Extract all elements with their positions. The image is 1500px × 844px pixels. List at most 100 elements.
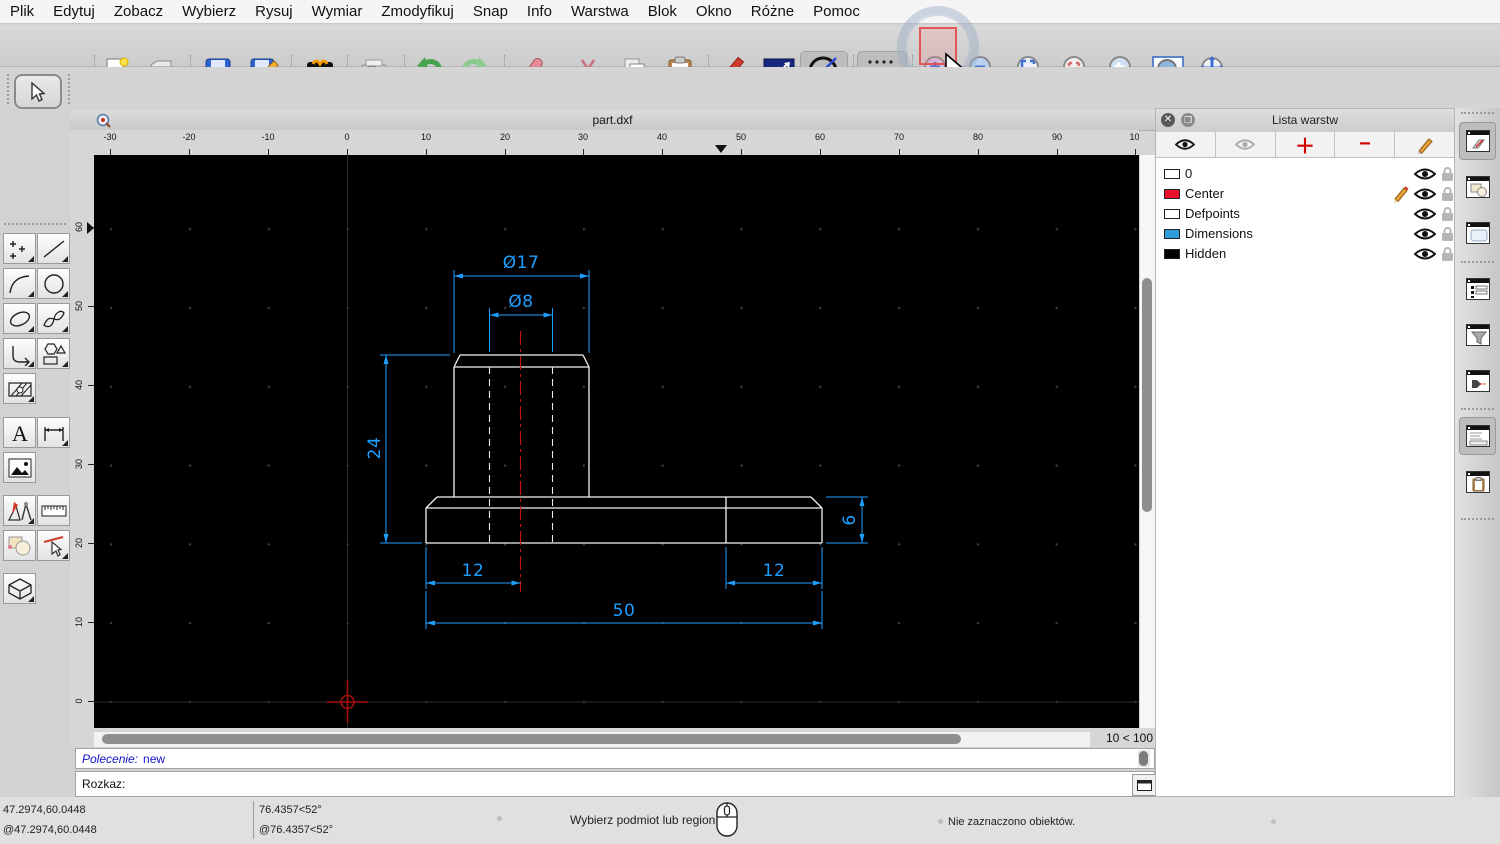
layer-name: 0 (1185, 166, 1192, 181)
command-history-scrollbar-thumb[interactable] (1139, 751, 1148, 766)
spline-tool-button[interactable] (37, 303, 70, 334)
dock-selection-filter-button[interactable] (1459, 316, 1496, 354)
vertical-scrollbar[interactable] (1139, 155, 1155, 728)
horizontal-scrollbar-thumb[interactable] (102, 734, 961, 744)
measure-tool-button[interactable] (37, 495, 70, 526)
order-tool-button[interactable] (3, 530, 36, 561)
dimension-tool-button[interactable] (37, 417, 70, 448)
line-draw-button[interactable] (37, 233, 70, 264)
layer-visible-icon[interactable] (1414, 207, 1436, 221)
layer-visible-icon[interactable] (1414, 167, 1436, 181)
menu-info[interactable]: Info (527, 3, 552, 20)
menu-bar: Plik Edytuj Zobacz Wybierz Rysuj Wymiar … (0, 0, 1500, 24)
menu-snap[interactable]: Snap (473, 3, 508, 20)
ruler-label: 10 (74, 617, 84, 627)
command-input[interactable] (129, 774, 1154, 794)
menu-rozne[interactable]: Różne (751, 3, 794, 20)
layer-row-hidden[interactable]: Hidden (1156, 244, 1454, 264)
delete-entity-button[interactable] (37, 530, 70, 561)
absolute-polar: 76.4357<52° (259, 804, 322, 816)
menu-rysuj[interactable]: Rysuj (255, 3, 293, 20)
layer-list-widget-icon (1466, 130, 1490, 152)
layer-lock-icon[interactable] (1441, 246, 1454, 262)
menu-zmodyfikuj[interactable]: Zmodyfikuj (381, 3, 454, 20)
lighting-widget-icon (1466, 370, 1490, 392)
show-all-layers-button[interactable] (1156, 132, 1216, 158)
circle-draw-button[interactable] (37, 268, 70, 299)
ruler-corner (70, 130, 94, 155)
dim-12-right-label: 12 (763, 561, 786, 581)
ruler-label: 60 (815, 132, 825, 142)
menu-edytuj[interactable]: Edytuj (53, 3, 95, 20)
dock-clipboard-button[interactable] (1459, 463, 1496, 501)
3d-box-tool-button[interactable] (3, 573, 36, 604)
relative-polar: @76.4357<52° (259, 824, 333, 836)
menu-warstwa[interactable]: Warstwa (571, 3, 629, 20)
modify-tools-button[interactable] (3, 495, 36, 526)
layer-visible-icon[interactable] (1414, 187, 1436, 201)
selection-pointer-button[interactable] (14, 74, 62, 109)
dock-separator (1461, 261, 1494, 263)
layer-color-swatch[interactable] (1164, 209, 1180, 219)
layer-color-swatch[interactable] (1164, 189, 1180, 199)
add-layer-button[interactable]: ＋ (1276, 132, 1336, 158)
shapes-tool-button[interactable] (37, 338, 70, 369)
ruler-label: 40 (657, 132, 667, 142)
layer-lock-icon[interactable] (1441, 206, 1454, 222)
filter-widget-icon (1466, 324, 1490, 346)
command-keyboard-button[interactable] (1132, 774, 1156, 796)
drawing-window-titlebar[interactable]: part.dxf (70, 110, 1155, 131)
layer-list-panel: ✕ ❐ Lista warstw ＋ − 0 Center Defpoints (1155, 108, 1455, 797)
dock-block-list-button[interactable] (1459, 168, 1496, 206)
layer-visible-icon[interactable] (1414, 227, 1436, 241)
command-prompt-label: Rozkaz: (82, 777, 125, 791)
drawing-canvas[interactable]: Ø17 Ø8 24 6 12 12 50 (94, 155, 1139, 728)
image-tool-button[interactable] (3, 452, 36, 483)
polyline-tool-button[interactable] (3, 338, 36, 369)
menu-wybierz[interactable]: Wybierz (182, 3, 236, 20)
dock-entity-list-button[interactable] (1459, 270, 1496, 308)
dock-layer-list-button[interactable] (1459, 122, 1496, 160)
image-icon (7, 457, 33, 479)
layer-lock-icon[interactable] (1441, 166, 1454, 182)
dock-handle (1461, 112, 1494, 114)
layer-visible-icon[interactable] (1414, 247, 1436, 261)
dock-command-line-button[interactable] (1459, 417, 1496, 455)
menu-blok[interactable]: Blok (648, 3, 677, 20)
command-history-scrollbar[interactable] (1138, 750, 1150, 767)
block-list-widget-icon (1466, 176, 1490, 198)
layer-row-0[interactable]: 0 (1156, 164, 1454, 184)
hide-all-layers-button[interactable] (1216, 132, 1276, 158)
vertical-scrollbar-thumb[interactable] (1142, 278, 1152, 512)
menu-pomoc[interactable]: Pomoc (813, 3, 860, 20)
layer-color-swatch[interactable] (1164, 229, 1180, 239)
layer-color-swatch[interactable] (1164, 169, 1180, 179)
remove-layer-button[interactable]: − (1335, 132, 1395, 158)
layer-lock-icon[interactable] (1441, 186, 1454, 202)
layer-lock-icon[interactable] (1441, 226, 1454, 242)
dock-library-browser-button[interactable] (1459, 214, 1496, 252)
menu-plik[interactable]: Plik (10, 3, 34, 20)
layer-color-swatch[interactable] (1164, 249, 1180, 259)
points-tool-button[interactable] (3, 233, 36, 264)
menu-wymiar[interactable]: Wymiar (312, 3, 363, 20)
horizontal-scrollbar[interactable] (94, 732, 1090, 747)
horizontal-ruler: -30 -20 -10 0 10 20 30 40 50 60 70 80 90… (94, 130, 1139, 155)
menu-okno[interactable]: Okno (696, 3, 732, 20)
status-separator (253, 801, 254, 839)
layer-row-center[interactable]: Center (1156, 184, 1454, 204)
ruler-label: 40 (74, 380, 84, 390)
menu-zobacz[interactable]: Zobacz (114, 3, 163, 20)
text-tool-button[interactable]: A (3, 417, 36, 448)
hatch-tool-button[interactable] (3, 373, 36, 404)
status-bar: 47.2974,60.0448 @47.2974,60.0448 76.4357… (0, 797, 1500, 844)
edit-layer-button[interactable] (1395, 132, 1454, 158)
layer-row-dimensions[interactable]: Dimensions (1156, 224, 1454, 244)
entity-list-widget-icon (1466, 278, 1490, 300)
arc-tool-button[interactable] (3, 268, 36, 299)
document-title: part.dxf (70, 113, 1155, 127)
order-icon (6, 534, 34, 558)
dock-lighting-button[interactable] (1459, 362, 1496, 400)
layer-row-defpoints[interactable]: Defpoints (1156, 204, 1454, 224)
ellipse-tool-button[interactable] (3, 303, 36, 334)
